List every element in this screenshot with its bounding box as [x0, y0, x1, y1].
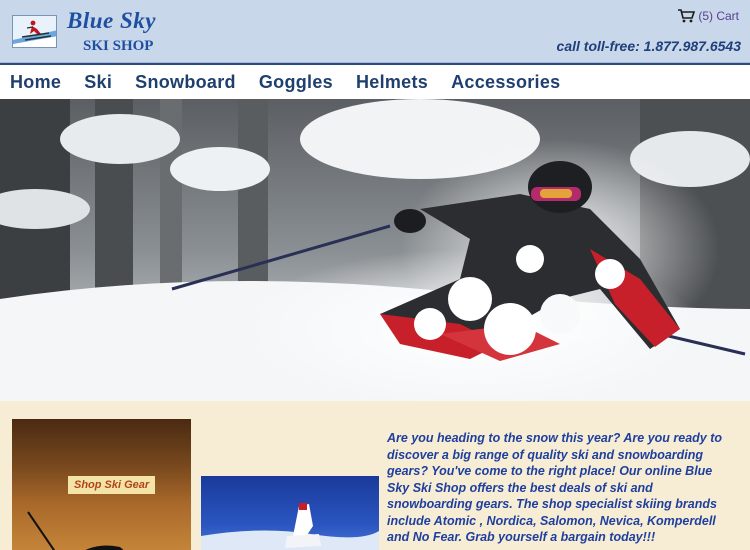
intro-text: Are you heading to the snow this year? A…: [387, 430, 750, 546]
intro-line: include Atomic , Nordica, Salomon, Nevic…: [387, 513, 716, 528]
shop-ski-gear-button[interactable]: Shop Ski Gear: [68, 476, 156, 494]
nav-item-home[interactable]: Home: [10, 72, 61, 93]
hero-image-skier: [0, 99, 750, 401]
intro-line: snowboarding gears. The shop specialist …: [387, 497, 717, 511]
cart-label: (5) Cart: [698, 9, 739, 23]
brand-title[interactable]: Blue Sky: [67, 8, 156, 34]
intro-line: and No Fear. Grab yourself a bargain tod…: [387, 530, 656, 544]
main-nav: Home Ski Snowboard Goggles Helmets Acces…: [0, 63, 750, 99]
site-header: Blue Sky SKI SHOP (5) Cart call toll-fre…: [0, 0, 750, 63]
nav-item-snowboard[interactable]: Snowboard: [135, 72, 236, 93]
nav-item-accessories[interactable]: Accessories: [451, 72, 560, 93]
intro-line: Are you heading to the snow this year? A…: [387, 431, 723, 445]
nav-item-helmets[interactable]: Helmets: [356, 72, 428, 93]
snowboard-promo-image[interactable]: [201, 476, 379, 550]
nav-item-ski[interactable]: Ski: [84, 72, 112, 93]
content-area: Shop Ski Gear Are you heading to the sno…: [0, 401, 750, 550]
intro-line: gears? You've come to the right place! O…: [387, 464, 713, 478]
intro-line: discover a big range of quality ski and …: [387, 447, 704, 462]
cart-link[interactable]: (5) Cart: [678, 9, 739, 23]
shopping-cart-icon: [678, 9, 696, 23]
shop-gear-image[interactable]: Shop Ski Gear: [12, 419, 191, 550]
toll-free-phone: call toll-free: 1.877.987.6543: [556, 38, 741, 54]
skier-logo-icon[interactable]: [12, 15, 57, 48]
intro-line: Sky Ski Shop offers the best deals of sk…: [387, 480, 653, 495]
brand-subtitle[interactable]: SKI SHOP: [83, 38, 153, 55]
nav-item-goggles[interactable]: Goggles: [259, 72, 333, 93]
